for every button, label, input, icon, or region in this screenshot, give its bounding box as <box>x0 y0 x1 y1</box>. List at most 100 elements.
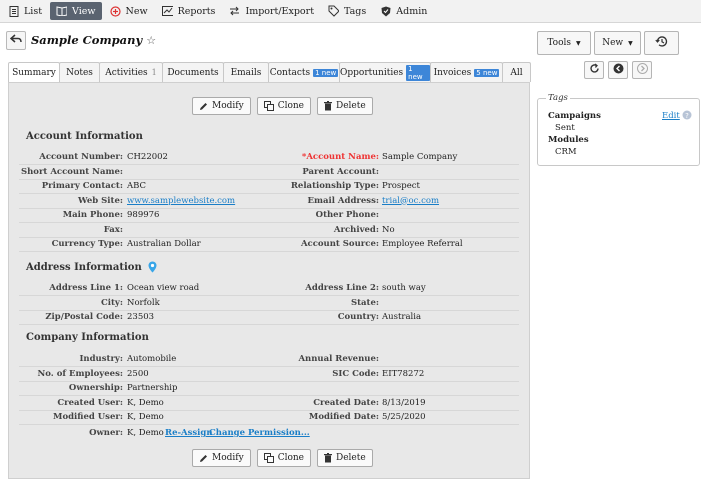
tags-edit-link[interactable]: Edit <box>662 111 680 121</box>
previous-record-button[interactable] <box>608 61 628 79</box>
field-value: 5/25/2020 <box>382 412 426 422</box>
history-button[interactable] <box>644 31 679 55</box>
delete-button[interactable]: Delete <box>317 97 373 115</box>
modify-button[interactable]: Modify <box>192 97 251 115</box>
toolbar-list-label: List <box>24 5 43 17</box>
back-button[interactable] <box>6 30 26 50</box>
clone-button[interactable]: Clone <box>256 97 312 115</box>
tab-notes[interactable]: Notes <box>59 62 100 82</box>
top-toolbar: List View New Reports Import/Export Tags… <box>0 0 701 23</box>
clone-button-bottom[interactable]: Clone <box>256 449 312 467</box>
address-section-label: Address Information <box>26 261 142 273</box>
owner-value: K, Demo <box>127 428 164 438</box>
trash-icon <box>324 453 333 463</box>
field-label: *Account Name: <box>301 152 379 162</box>
reassign-link[interactable]: Re-Assign <box>165 428 213 438</box>
pencil-icon <box>199 102 208 111</box>
address-section-title: Address Information <box>26 261 157 273</box>
field-label: Other Phone: <box>315 210 379 220</box>
record-tabs: Summary Notes Activities 1 Documents Emai… <box>8 62 531 83</box>
field-row: No. of Employees: 2500 SIC Code: EIT78272 <box>19 367 519 382</box>
toolbar-import-export-button[interactable]: Import/Export <box>223 2 320 20</box>
back-arrow-icon <box>9 33 22 47</box>
field-label: Parent Account: <box>302 166 379 177</box>
clone-label: Clone <box>277 453 305 463</box>
tab-contacts[interactable]: Contacts 1 new <box>268 62 340 82</box>
field-value: No <box>382 224 395 235</box>
summary-panel: Modify Clone Delete Account Information … <box>8 82 530 479</box>
toolbar-reports-label: Reports <box>177 5 216 17</box>
tags-campaigns-label: Campaigns <box>548 111 601 121</box>
owner-label: Owner: <box>89 428 123 438</box>
field-row: Main Phone: 989976 Other Phone: <box>19 208 519 223</box>
record-navigation <box>584 61 656 79</box>
tab-summary[interactable]: Summary <box>8 62 60 83</box>
next-record-button[interactable] <box>632 61 652 79</box>
field-label: Ownership: <box>68 383 123 393</box>
delete-label: Delete <box>336 453 366 463</box>
field-value: south way <box>382 283 426 293</box>
field-value: 989976 <box>127 210 160 220</box>
tab-emails-label: Emails <box>230 67 262 78</box>
history-icon <box>655 35 668 51</box>
tags-panel-title: Tags <box>546 93 570 103</box>
tab-activities[interactable]: Activities 1 <box>99 62 163 82</box>
toolbar-admin-button[interactable]: Admin <box>374 2 433 20</box>
field-value: CH22002 <box>127 152 168 162</box>
opportunities-new-badge: 1 new <box>406 64 430 81</box>
field-value: Norfolk <box>127 297 160 308</box>
toolbar-new-button[interactable]: New <box>104 2 154 20</box>
toolbar-reports-button[interactable]: Reports <box>156 2 222 20</box>
top-action-bar: Modify Clone Delete <box>192 97 379 115</box>
field-label: Created Date: <box>313 397 379 408</box>
tab-invoices[interactable]: Invoices 5 new <box>430 62 503 82</box>
field-label: Main Phone: <box>62 210 123 220</box>
company-section-title: Company Information <box>26 332 149 343</box>
refresh-button[interactable] <box>584 61 604 79</box>
field-row: Industry: Automobile Annual Revenue: <box>19 352 519 367</box>
record-header: Sample Company ☆ <box>6 30 156 50</box>
arrows-icon <box>229 6 240 17</box>
shield-icon <box>380 6 391 17</box>
tab-documents[interactable]: Documents <box>162 62 224 82</box>
tools-dropdown-button[interactable]: Tools ▼ <box>537 31 591 55</box>
help-icon[interactable]: ? <box>682 110 692 123</box>
chart-icon <box>161 6 173 17</box>
field-row: Address Line 1: Ocean view road Address Li… <box>19 281 519 296</box>
bottom-action-bar: Modify Clone Delete <box>192 449 379 467</box>
field-label: SIC Code: <box>332 368 379 379</box>
field-row: Currency Type: Australian Dollar Account S… <box>19 237 519 252</box>
activities-count: 1 <box>151 68 157 77</box>
right-tool-bar: Tools ▼ New ▼ <box>537 31 682 55</box>
toolbar-tags-label: Tags <box>344 5 367 17</box>
account-section-title: Account Information <box>26 131 143 142</box>
field-row: Modified User: K, Demo Modified Date: 5/25/… <box>19 410 519 425</box>
toolbar-tags-button[interactable]: Tags <box>322 2 372 20</box>
tab-summary-label: Summary <box>12 68 56 78</box>
field-value: Sample Company <box>382 152 458 162</box>
new-dropdown-button[interactable]: New ▼ <box>594 31 641 55</box>
copy-icon <box>263 453 274 463</box>
tab-emails[interactable]: Emails <box>223 62 269 82</box>
toolbar-list-button[interactable]: List <box>2 2 48 20</box>
field-label: Account Source: <box>300 239 379 249</box>
field-row: Fax: Archived: No <box>19 223 519 238</box>
field-label: Short Account Name: <box>20 166 123 177</box>
modify-button-bottom[interactable]: Modify <box>192 449 251 467</box>
toolbar-view-button[interactable]: View <box>50 2 102 20</box>
delete-button-bottom[interactable]: Delete <box>317 449 373 467</box>
field-label: Modified Date: <box>308 412 379 422</box>
favorite-star-icon[interactable]: ☆ <box>146 34 156 47</box>
field-value: Australia <box>382 312 422 322</box>
tags-modules-label: Modules <box>548 135 589 145</box>
copy-icon <box>263 101 274 111</box>
field-value[interactable]: trial@oc.com <box>382 196 439 206</box>
field-value[interactable]: www.samplewebsite.com <box>127 196 235 206</box>
change-permission-link[interactable]: Change Permission... <box>209 428 310 438</box>
new-label: New <box>602 38 624 48</box>
field-value: Australian Dollar <box>127 239 201 249</box>
field-label: Primary Contact: <box>41 181 123 191</box>
map-pin-icon[interactable] <box>148 261 157 273</box>
tab-all[interactable]: All <box>502 62 531 82</box>
tab-opportunities[interactable]: Opportunities 1 new <box>339 62 431 82</box>
